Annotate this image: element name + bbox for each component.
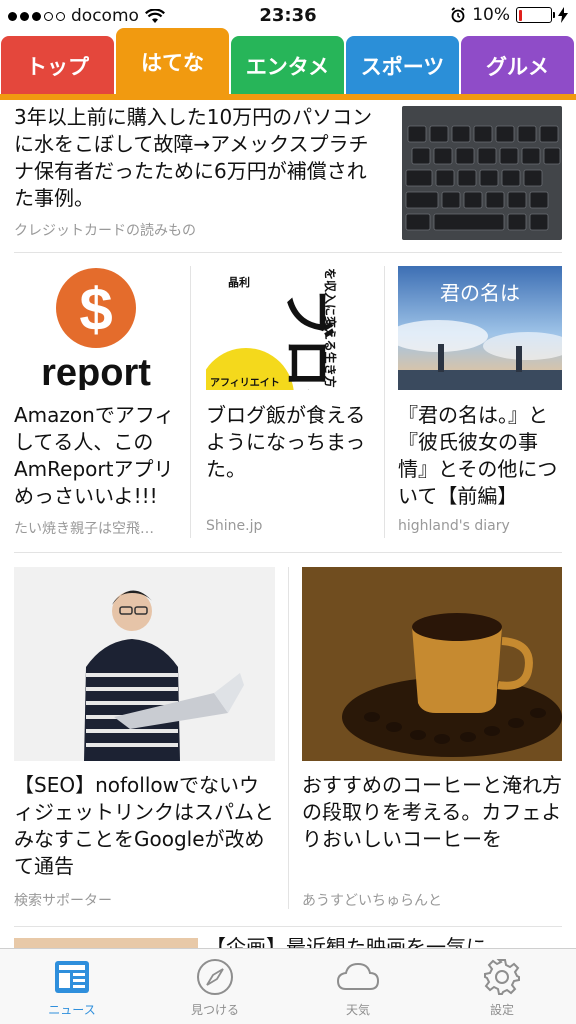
article-thumbnail: 君の名は xyxy=(398,266,562,390)
charging-icon xyxy=(558,7,568,23)
status-right: 10% xyxy=(450,5,568,25)
tab-bar-label: 天気 xyxy=(345,1003,370,1017)
battery-percent: 10% xyxy=(472,5,510,25)
divider xyxy=(14,552,562,553)
divider xyxy=(288,567,289,909)
tab-bar-label: 設定 xyxy=(489,1003,514,1017)
article-thumbnail xyxy=(402,106,562,240)
svg-text:$: $ xyxy=(79,276,112,343)
article-title: おすすめのコーヒーと淹れ方の段取りを考える。カフェよりおいしいコーヒーを xyxy=(302,773,562,851)
article-title: Amazonでアフィしてる人、このAmReportアプリめっさいいよ!!! xyxy=(14,403,175,508)
battery-icon xyxy=(516,7,555,23)
article-thumbnail xyxy=(14,938,198,948)
tab-hatena[interactable]: はてな xyxy=(116,28,229,96)
poster-title: 君の名は xyxy=(440,281,520,305)
tab-entame[interactable]: エンタメ xyxy=(231,36,344,96)
cloud-icon xyxy=(336,962,380,990)
tab-sports[interactable]: スポーツ xyxy=(346,36,459,96)
article-title: 【企画】最近観た映画を一気に xyxy=(206,935,486,948)
book-subtitle: を収入に変える生き方 xyxy=(323,268,338,388)
tab-gourmet[interactable]: グルメ xyxy=(461,36,574,96)
divider xyxy=(14,252,562,253)
book-tag: アフィリエイト xyxy=(210,377,280,389)
news-icon xyxy=(55,961,89,993)
divider xyxy=(190,266,191,538)
article-source: クレジットカードの読みもの xyxy=(14,223,196,239)
article-source: たい焼き親子は空飛… xyxy=(14,521,154,537)
tab-bar-item-weather[interactable]: 天気 xyxy=(308,957,408,1023)
divider xyxy=(384,266,385,538)
bottom-tab-bar: ニュース 見つける 天気 設定 xyxy=(0,948,576,1024)
article-feed[interactable]: 3年以上前に購入した10万円のパソコンに水をこぼして故障→アメックスプラチナ保有… xyxy=(0,100,576,948)
article-thumbnail xyxy=(302,567,562,761)
article-source: Shine.jp xyxy=(206,518,263,534)
tab-bar-label: 見つける xyxy=(190,1003,239,1017)
tab-bar-item-settings[interactable]: 設定 xyxy=(452,957,552,1023)
category-tabs: トップ はてな エンタメ スポーツ グルメ xyxy=(0,28,576,100)
article-source: highland's diary xyxy=(398,518,510,534)
article-source: あうすどいちゅらんと xyxy=(302,893,442,909)
compass-icon xyxy=(197,959,233,995)
article-title: ブログ飯が食えるようになっちまった。 xyxy=(206,403,366,481)
article-thumbnail: $ report xyxy=(14,266,178,390)
article-title: 【SEO】nofollowでないウィジェットリンクはスパムとみなすことをGoog… xyxy=(14,773,274,878)
alarm-icon xyxy=(451,7,465,23)
book-author: 晶利 xyxy=(228,275,250,289)
gear-icon xyxy=(484,959,520,995)
article-thumbnail: 晶利 ブログ を収入に変える生き方 アフィリエイト xyxy=(206,266,370,390)
tab-top[interactable]: トップ xyxy=(1,36,114,96)
article-title: 『君の名は。』と『彼氏彼女の事情』とその他について【前編】 xyxy=(398,403,558,508)
article-thumbnail xyxy=(14,567,275,761)
article-source: 検索サポーター xyxy=(14,893,112,909)
divider xyxy=(14,926,562,927)
tab-bar-item-news[interactable]: ニュース xyxy=(22,957,122,1023)
article-title: 3年以上前に購入した10万円のパソコンに水をこぼして故障→アメックスプラチナ保有… xyxy=(14,105,373,210)
report-logo-text: report xyxy=(41,352,151,390)
tab-bar-item-discover[interactable]: 見つける xyxy=(165,957,265,1023)
tab-bar-label: ニュース xyxy=(48,1003,96,1017)
